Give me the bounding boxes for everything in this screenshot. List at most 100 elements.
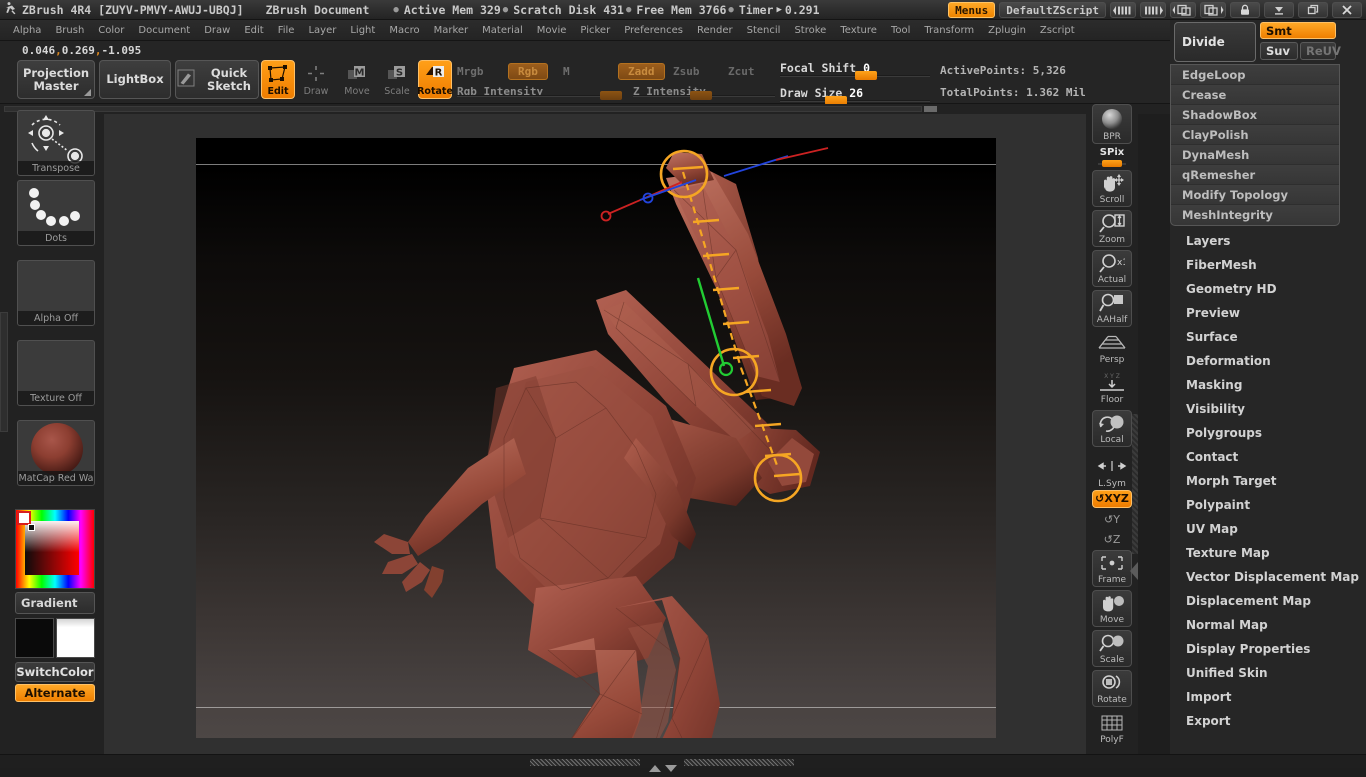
bpr-button[interactable]: BPR: [1092, 104, 1132, 144]
palette-item-unified-skin[interactable]: Unified Skin: [1170, 661, 1366, 685]
scroll-button[interactable]: Scroll: [1092, 170, 1132, 207]
switch-color-button[interactable]: SwitchColor: [15, 662, 95, 682]
lightbox-button[interactable]: LightBox: [99, 60, 171, 99]
menu-item-document[interactable]: Document: [132, 22, 196, 39]
focal-shift-knob[interactable]: [855, 71, 877, 80]
zscript-button[interactable]: DefaultZScript: [999, 2, 1106, 18]
palette-item-geometry-hd[interactable]: Geometry HD: [1170, 277, 1366, 301]
geometry-submenu-item[interactable]: Modify Topology: [1171, 185, 1339, 205]
menu-item-draw[interactable]: Draw: [198, 22, 236, 39]
actual-size-button[interactable]: x1 Actual: [1092, 250, 1132, 287]
toolbar-scroll-track[interactable]: [4, 106, 922, 112]
geometry-submenu-item[interactable]: DynaMesh: [1171, 145, 1339, 165]
frame-button[interactable]: Frame: [1092, 550, 1132, 587]
gyro-y-button[interactable]: ↺Y: [1092, 510, 1132, 528]
palette-item-polygroups[interactable]: Polygroups: [1170, 421, 1366, 445]
menu-item-texture[interactable]: Texture: [834, 22, 883, 39]
prev-subtool-icon[interactable]: [1170, 2, 1196, 18]
alternate-button[interactable]: Alternate: [15, 684, 95, 702]
draw-mode-button[interactable]: Draw: [299, 60, 333, 99]
menu-item-brush[interactable]: Brush: [49, 22, 90, 39]
polyframe-button[interactable]: PolyF: [1092, 710, 1132, 747]
geometry-submenu-item[interactable]: ShadowBox: [1171, 105, 1339, 125]
color-marker-primary[interactable]: [17, 511, 31, 525]
menu-item-color[interactable]: Color: [92, 22, 130, 39]
geometry-submenu-item[interactable]: ClayPolish: [1171, 125, 1339, 145]
material-swatch[interactable]: MatCap Red Wa: [17, 420, 95, 486]
color-picker[interactable]: [15, 509, 95, 589]
gyro-xyz-button[interactable]: ↺XYZ: [1092, 490, 1132, 508]
m-button[interactable]: M: [563, 65, 570, 78]
zoom-button[interactable]: Zoom: [1092, 210, 1132, 247]
spix-knob[interactable]: [1102, 160, 1122, 167]
gyro-z-button[interactable]: ↺Z: [1092, 530, 1132, 548]
rgb-intensity-knob[interactable]: [600, 91, 622, 100]
toolbar-scrollbar[interactable]: [0, 104, 1366, 114]
menu-item-file[interactable]: File: [272, 22, 301, 39]
aahalf-button[interactable]: AAHalf: [1092, 290, 1132, 327]
palette-item-contact[interactable]: Contact: [1170, 445, 1366, 469]
divide-button[interactable]: Divide: [1174, 22, 1256, 62]
zadd-button[interactable]: Zadd: [618, 63, 665, 80]
close-icon[interactable]: [1332, 2, 1362, 18]
menus-button[interactable]: Menus: [948, 2, 996, 18]
palette-item-surface[interactable]: Surface: [1170, 325, 1366, 349]
menu-item-stencil[interactable]: Stencil: [741, 22, 787, 39]
menu-item-transform[interactable]: Transform: [918, 22, 980, 39]
palette-item-normal-map[interactable]: Normal Map: [1170, 613, 1366, 637]
palette-item-fibermesh[interactable]: FiberMesh: [1170, 253, 1366, 277]
menu-item-marker[interactable]: Marker: [428, 22, 475, 39]
palette-item-preview[interactable]: Preview: [1170, 301, 1366, 325]
move-nav-button[interactable]: Move: [1092, 590, 1132, 627]
projection-master-button[interactable]: Projection Master: [17, 60, 95, 99]
rgb-intensity-track[interactable]: [457, 95, 609, 97]
bottom-scroll-right[interactable]: [684, 759, 794, 766]
texture-swatch[interactable]: Texture Off: [17, 340, 95, 406]
rgb-button[interactable]: Rgb: [508, 63, 548, 80]
next-subtool-icon[interactable]: [1200, 2, 1226, 18]
palette-item-vector-displacement-map[interactable]: Vector Displacement Map: [1170, 565, 1366, 589]
palette-item-deformation[interactable]: Deformation: [1170, 349, 1366, 373]
z-intensity-knob[interactable]: [690, 91, 712, 100]
document-viewport[interactable]: [196, 138, 996, 738]
sculpt-model[interactable]: [196, 138, 996, 738]
menu-item-layer[interactable]: Layer: [302, 22, 342, 39]
left-shelf-scrollbar[interactable]: [0, 312, 8, 432]
scale-nav-button[interactable]: Scale: [1092, 630, 1132, 667]
menu-item-preferences[interactable]: Preferences: [618, 22, 689, 39]
palette-item-layers[interactable]: Layers: [1170, 229, 1366, 253]
gradient-button[interactable]: Gradient: [15, 592, 95, 614]
floor-button[interactable]: X Y Z Floor: [1092, 370, 1132, 407]
menu-item-light[interactable]: Light: [344, 22, 381, 39]
palette-item-texture-map[interactable]: Texture Map: [1170, 541, 1366, 565]
alpha-swatch[interactable]: Alpha Off: [17, 260, 95, 326]
zcut-button[interactable]: Zcut: [728, 65, 755, 78]
bottom-scroll-left[interactable]: [530, 759, 640, 766]
menu-item-macro[interactable]: Macro: [383, 22, 425, 39]
menu-item-alpha[interactable]: Alpha: [7, 22, 47, 39]
palette-item-morph-target[interactable]: Morph Target: [1170, 469, 1366, 493]
quick-sketch-button[interactable]: Quick Sketch: [175, 60, 259, 99]
palette-item-uv-map[interactable]: UV Map: [1170, 517, 1366, 541]
palette-item-import[interactable]: Import: [1170, 685, 1366, 709]
menu-item-material[interactable]: Material: [476, 22, 529, 39]
reuv-toggle-button[interactable]: ReUV: [1300, 42, 1341, 60]
collapse-arrow-icon[interactable]: [1130, 562, 1138, 580]
rotate-nav-button[interactable]: Rotate: [1092, 670, 1132, 707]
shelf-right-toggle-icon[interactable]: [1140, 2, 1166, 18]
primary-color-swatch[interactable]: [15, 618, 54, 658]
shelf-left-toggle-icon[interactable]: [1110, 2, 1136, 18]
rotate-mode-button[interactable]: R Rotate: [417, 60, 453, 99]
stroke-dots-swatch[interactable]: Dots: [17, 180, 95, 246]
canvas-area[interactable]: [104, 114, 1086, 754]
palette-item-visibility[interactable]: Visibility: [1170, 397, 1366, 421]
menu-item-render[interactable]: Render: [691, 22, 739, 39]
scale-mode-button[interactable]: S Scale: [380, 60, 414, 99]
right-nav-scrollbar[interactable]: [1132, 414, 1138, 554]
secondary-color-swatch[interactable]: [56, 618, 95, 658]
menu-item-zplugin[interactable]: Zplugin: [982, 22, 1032, 39]
menu-item-zscript[interactable]: Zscript: [1034, 22, 1081, 39]
menu-item-edit[interactable]: Edit: [238, 22, 269, 39]
local-button[interactable]: Local: [1092, 410, 1132, 447]
geometry-submenu-item[interactable]: Crease: [1171, 85, 1339, 105]
